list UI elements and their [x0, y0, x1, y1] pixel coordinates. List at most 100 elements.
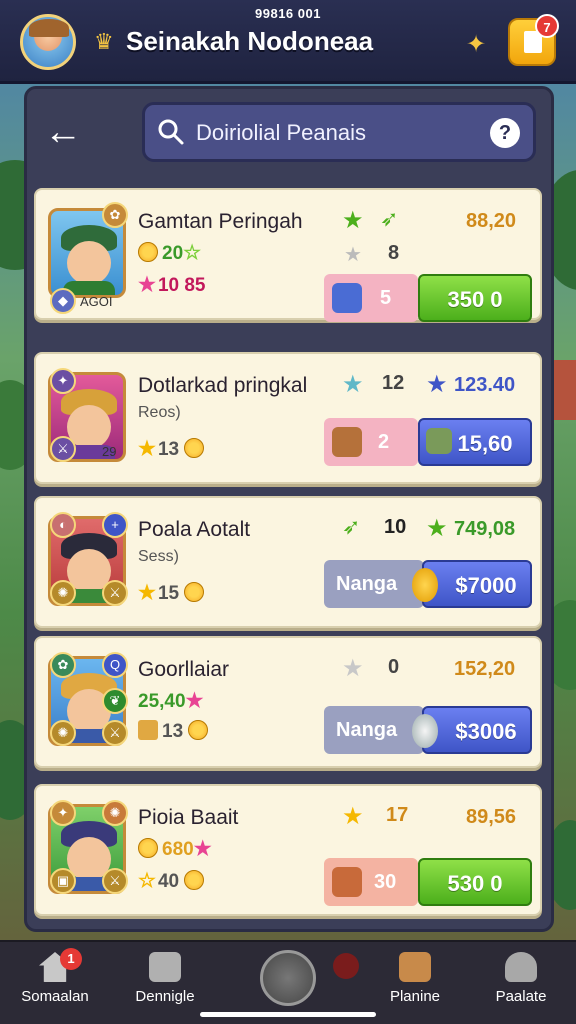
star-icon: ★ [426, 515, 448, 542]
coin-icon [138, 242, 158, 262]
item-stat-secondary: ★ 10 85 [138, 274, 206, 296]
star-icon: ☆ [138, 870, 156, 892]
buy-button[interactable]: $7000 [412, 560, 532, 608]
leaf-icon: ➶ [380, 206, 399, 231]
scroll-icon [426, 428, 452, 454]
nav-item-home[interactable]: Somaalan [0, 952, 110, 1005]
item-rating: 8 [388, 242, 400, 264]
rank-badge: ◐ [50, 512, 76, 538]
chest-icon [332, 427, 362, 457]
sword-icon: ⚔ [102, 720, 128, 746]
item-price: 123.40 [454, 374, 516, 396]
star-icon: ★ [193, 838, 212, 860]
badge-label: 29 [102, 444, 117, 459]
nav-item-quests[interactable]: Dennigle [110, 952, 220, 1005]
record-icon [333, 953, 359, 979]
controller-icon [399, 952, 431, 982]
item-price: 89,56 [466, 806, 517, 828]
search-icon [158, 119, 184, 145]
puzzle-icon [149, 952, 181, 982]
item-stat-secondary: ☆ 40 [138, 868, 208, 893]
buy-button[interactable]: 530 0 [418, 858, 532, 906]
item-stat-secondary: 13 [138, 720, 212, 743]
item-stat: Sess) [138, 548, 179, 565]
nav-item-profile[interactable]: Paalate [466, 952, 576, 1005]
list-item[interactable]: ✦ ⚔ 29 Dotlarkad pringkal Reos) ★ 13 ★ 12… [34, 352, 542, 484]
chest-icon: ▣ [50, 868, 76, 894]
star-icon: ★ [426, 371, 448, 398]
gear-icon: ✺ [50, 580, 76, 606]
item-price: 749,08 [454, 518, 516, 540]
star-icon: ★ [185, 690, 204, 712]
nav-item-play[interactable]: Planine [360, 952, 470, 1005]
item-stat: 680★ [138, 836, 214, 861]
star-icon: ★ [138, 274, 156, 296]
search-input[interactable]: Doiriolial Peanais [196, 120, 366, 146]
rank-badge: ✿ [102, 202, 128, 228]
sparkle-icon: ✦ [466, 31, 487, 58]
player-avatar[interactable] [20, 14, 76, 70]
sword-icon: ⚔ [50, 436, 76, 462]
star-icon: ★ [138, 582, 156, 604]
star-icon: ★ [342, 207, 364, 234]
item-price: 152,20 [454, 658, 516, 680]
star-icon: ★ [342, 803, 364, 830]
star-icon: ☆ [183, 242, 202, 264]
silver-coin-icon [412, 714, 438, 748]
item-name: Poala Aotalt [138, 518, 251, 541]
list-item[interactable]: ✦ ✺ ▣ ⚔ Pioia Baait 680★ ☆ 40 ★ 17 89,56 … [34, 784, 542, 916]
search-icon: Q [102, 652, 128, 678]
shield-icon: ◆ [50, 288, 76, 314]
rank-badge: ✿ [50, 652, 76, 678]
buy-button[interactable]: 15,60 [418, 418, 532, 466]
item-stat: 25,40★ [138, 690, 204, 712]
item-name: Pioia Baait [138, 806, 239, 829]
item-name: Dotlarkad pringkal [138, 374, 308, 397]
home-indicator [200, 1012, 376, 1017]
coin-icon [184, 582, 205, 602]
box-icon [138, 720, 158, 740]
list-item[interactable]: ✿ Q ❦ ✺ ⚔ Goorllaiar 25,40★ 13 ★ 0 152,2… [34, 636, 542, 768]
item-price: 88,20 [466, 210, 517, 232]
help-button[interactable]: ? [490, 118, 520, 148]
quantity-box[interactable]: Nanga [324, 706, 424, 754]
quantity-box[interactable]: 2 [324, 418, 418, 466]
item-stat: 20☆ [138, 240, 203, 265]
coin-icon [184, 870, 205, 890]
item-stat-secondary: ★ 13 [138, 436, 208, 461]
item-rating: 17 [386, 804, 409, 826]
item-stat: Reos) [138, 404, 181, 421]
gem-icon [332, 283, 362, 313]
badge-label: AGOI [80, 294, 113, 309]
leaf-icon: ❦ [102, 688, 128, 714]
star-icon: ★ [344, 244, 362, 266]
back-button[interactable]: ← [44, 110, 84, 154]
notification-badge: 7 [535, 14, 559, 38]
item-name: Gamtan Peringah [138, 210, 303, 233]
quantity-box[interactable]: 5 [324, 274, 418, 322]
coin-icon [188, 720, 209, 740]
list-item[interactable]: ◐ + ✺ ⚔ Poala Aotalt Sess) ★ 15 ➶ 10 ★ 74… [34, 496, 542, 628]
item-stat-secondary: ★ 15 [138, 580, 208, 605]
nav-center-button[interactable] [260, 950, 316, 1006]
leaf-icon: ➶ [342, 514, 361, 539]
buy-button[interactable]: $3006 [412, 706, 532, 754]
item-name: Goorllaiar [138, 658, 230, 681]
plus-icon: + [102, 512, 128, 538]
list-item[interactable]: ✿ ◆ AGOI Gamtan Peringah 20☆ ★ 10 85 ★ ➶ … [34, 188, 542, 322]
page-title: Seinakah Nodoneaa [126, 26, 374, 56]
coin-icon [184, 438, 205, 458]
quantity-box[interactable]: Nanga [324, 560, 424, 608]
person-icon [505, 952, 537, 982]
chest-icon [332, 867, 362, 897]
star-icon: ★ [138, 438, 156, 460]
star-icon: ★ [342, 655, 364, 682]
star-icon: ★ [342, 371, 364, 398]
coin-icon [412, 568, 438, 602]
sword-icon: ⚔ [102, 580, 128, 606]
item-rating: 10 [384, 516, 407, 538]
buy-button[interactable]: 350 0 [418, 274, 532, 322]
arrow-left-icon: ← [44, 111, 82, 153]
gear-icon: ✺ [50, 720, 76, 746]
quantity-box[interactable]: 30 [324, 858, 418, 906]
